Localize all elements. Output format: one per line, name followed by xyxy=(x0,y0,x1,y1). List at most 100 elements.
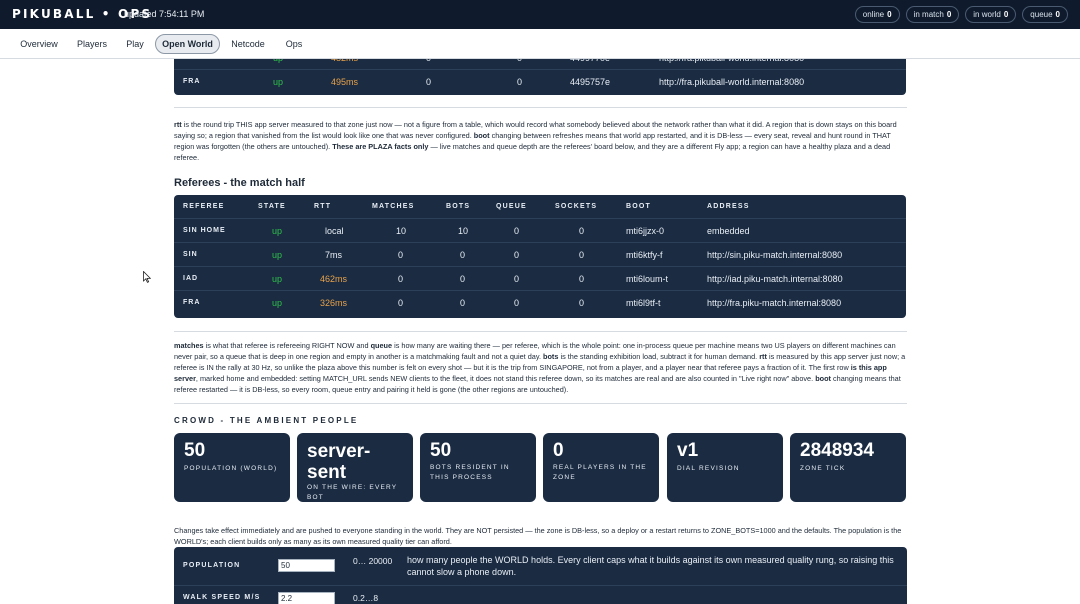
divider xyxy=(174,403,907,404)
rtt-cell: local xyxy=(325,226,344,236)
stat-label: ON THE WIRE: EVERY BOT xyxy=(307,484,398,501)
tab-netcode[interactable]: Netcode xyxy=(225,34,271,54)
queue-cell: 0 xyxy=(514,274,520,284)
stat-value: 2848934 xyxy=(800,440,874,461)
queue-cell: 0 xyxy=(514,298,520,308)
sockets-cell: 0 xyxy=(579,250,585,260)
table-row: FRA up 326ms 0 0 0 0 mti6l9tf-t http://f… xyxy=(174,291,906,315)
col-bots: BOTS xyxy=(446,203,471,210)
term-queue: queue xyxy=(370,341,393,350)
table-row: FRA up 495ms 0 0 4495757e http://fra.pik… xyxy=(174,70,906,94)
state-cell: up xyxy=(272,226,283,236)
stat-label: BOTS RESIDENT IN THIS PROCESS xyxy=(430,464,510,481)
queue-cell: 0 xyxy=(514,250,520,260)
tab-ops[interactable]: Ops xyxy=(278,34,310,54)
setting-range: 0.2…8 xyxy=(353,593,379,603)
setting-population: POPULATION 0… 20000 how many people the … xyxy=(174,547,907,585)
matches-cell: 0 xyxy=(398,274,404,284)
tab-play[interactable]: Play xyxy=(118,34,152,54)
col-matches: MATCHES xyxy=(372,203,415,210)
state-cell: up xyxy=(272,298,283,308)
status-pills: online 0 in match 0 in world 0 queue 0 xyxy=(854,6,1068,23)
state-cell: up xyxy=(272,250,283,260)
pill-label: online xyxy=(862,10,885,19)
region-label: SIN HOME xyxy=(183,227,226,234)
pill-value: 0 xyxy=(1003,10,1009,19)
tab-players[interactable]: Players xyxy=(70,34,114,54)
stat-card-population: 50 POPULATION (WORLD) xyxy=(174,433,290,502)
sockets-cell: 0 xyxy=(579,274,585,284)
stat-value: 50 xyxy=(430,440,452,461)
text: is what that referee is refereeing RIGHT… xyxy=(203,341,371,350)
col-boot: BOOT xyxy=(626,203,652,210)
boot-cell: 4495757e xyxy=(570,77,611,87)
count-cell: 0 xyxy=(426,77,432,87)
stat-card-dial-revision: v1 DIAL REVISION xyxy=(667,433,783,502)
pill-queue: queue 0 xyxy=(1022,6,1068,23)
state-cell: up xyxy=(272,274,283,284)
term-matches: matches xyxy=(174,341,204,350)
address-cell: embedded xyxy=(707,226,750,236)
tab-open-world[interactable]: Open World xyxy=(155,34,220,54)
col-state: STATE xyxy=(258,203,286,210)
stat-card-transport: server-sent ON THE WIRE: EVERY BOT xyxy=(297,433,413,502)
boot-cell: mti6l9tf-t xyxy=(626,298,661,308)
rtt-cell: 495ms xyxy=(331,77,359,87)
term-bots: bots xyxy=(543,352,559,361)
term-rtt: rtt xyxy=(174,120,182,129)
col-rtt: RTT xyxy=(314,203,332,210)
stat-value: v1 xyxy=(677,440,699,461)
walk-speed-input[interactable] xyxy=(278,592,335,604)
divider xyxy=(174,107,907,108)
updated-timestamp: updated 7:54:11 PM xyxy=(124,9,205,19)
rtt-cell: 7ms xyxy=(325,250,343,260)
setting-range: 0… 20000 xyxy=(353,556,393,566)
stat-value: server-sent xyxy=(307,441,371,483)
setting-label: POPULATION xyxy=(183,562,241,569)
pill-label: in world xyxy=(973,10,1001,19)
matches-cell: 0 xyxy=(398,250,404,260)
term-boot: boot xyxy=(815,374,831,383)
rtt-cell: 326ms xyxy=(320,298,348,308)
sockets-cell: 0 xyxy=(579,298,585,308)
rtt-cell: 462ms xyxy=(320,274,348,284)
queue-cell: 0 xyxy=(514,226,520,236)
stat-label: DIAL REVISION xyxy=(677,465,740,472)
table-row: SIN HOME up local 10 10 0 0 mti6jjzx-0 e… xyxy=(174,219,906,243)
pill-label: queue xyxy=(1030,10,1053,19)
stat-label: REAL PLAYERS IN THE ZONE xyxy=(553,464,647,481)
address-cell: http://sin.piku-match.internal:8080 xyxy=(707,250,843,260)
rtt-explainer: rtt is the round trip THIS app server me… xyxy=(174,119,907,163)
top-bar: PIKUBALL • OPS updated 7:54:11 PM online… xyxy=(0,0,1080,29)
region-label: FRA xyxy=(183,299,201,306)
referees-table: REFEREE STATE RTT MATCHES BOTS QUEUE SOC… xyxy=(174,195,906,318)
pill-in-match: in match 0 xyxy=(905,6,960,23)
stat-card-bots: 50 BOTS RESIDENT IN THIS PROCESS xyxy=(420,433,536,502)
text: , marked home and embedded: setting MATC… xyxy=(195,374,816,383)
mouse-cursor-icon xyxy=(143,271,151,283)
population-input[interactable] xyxy=(278,559,335,572)
divider xyxy=(174,331,907,332)
matches-cell: 10 xyxy=(396,226,407,236)
stat-card-real-players: 0 REAL PLAYERS IN THE ZONE xyxy=(543,433,659,502)
crowd-title: CROWD - THE AMBIENT PEOPLE xyxy=(174,416,359,425)
pill-value: 0 xyxy=(1055,10,1060,19)
setting-description: how many people the WORLD holds. Every c… xyxy=(407,555,894,577)
tab-overview[interactable]: Overview xyxy=(12,34,66,54)
table-header: REFEREE STATE RTT MATCHES BOTS QUEUE SOC… xyxy=(174,195,906,219)
main-nav: Overview Players Play Open World Netcode… xyxy=(0,29,1080,59)
address-cell: http://fra.pikuball-world.internal:8080 xyxy=(659,77,805,87)
region-label: FRA xyxy=(183,78,201,85)
address-cell: http://fra.piku-match.internal:8080 xyxy=(707,298,842,308)
bots-cell: 0 xyxy=(460,274,466,284)
term-rtt: rtt xyxy=(759,352,767,361)
col-referee: REFEREE xyxy=(183,203,225,210)
bots-cell: 10 xyxy=(458,226,469,236)
bots-cell: 0 xyxy=(460,250,466,260)
term-plaza: These are PLAZA facts only xyxy=(332,142,429,151)
stat-label: POPULATION (WORLD) xyxy=(184,465,278,472)
address-cell: http://iad.piku-match.internal:8080 xyxy=(707,274,843,284)
col-address: ADDRESS xyxy=(707,203,750,210)
stat-value: 0 xyxy=(553,440,564,461)
region-label: SIN xyxy=(183,251,198,258)
